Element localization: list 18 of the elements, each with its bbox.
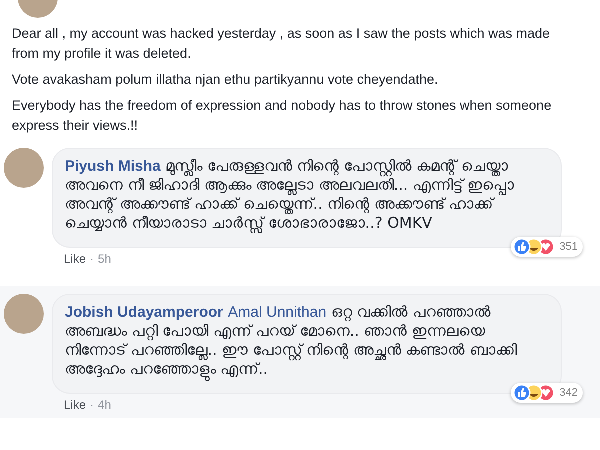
post-text: Everybody has the freedom of expression and nobody has to throw stones when someone express their views.!! <box>12 97 553 135</box>
like-link[interactable]: Like <box>64 252 86 266</box>
comment-text: Piyush Misha മുസ്ലീം പേരുള്ളവൻ നിന്റെ പോസ്റ്റിൽ കമന്റ് ചെയ്താ അവനെ നീ ജിഹാദി ആക്കും അല്ലേടാ അലവലതി... എന്നിട്ട് ഇപ്പൊ അവന്റ് അക്കൗണ്ട് ഹാക്ക് ചെയ്തെന്ന്.. നിന്റെ അക്കൗണ്ട് ഹാക്ക് ചെയ്യാൻ നീയാരാടാ ചാർസ്സ് ശോഭാരാജോ..? OMKV <box>65 157 516 233</box>
author-link[interactable]: Piyush Misha <box>65 158 161 175</box>
reactions-pill[interactable]: 342 <box>510 383 583 403</box>
separator-dot: · <box>90 252 94 266</box>
comment-time: 5h <box>98 252 112 266</box>
separator-dot: · <box>90 398 94 412</box>
mention-link[interactable]: Amal Unnithan <box>228 304 327 321</box>
comment-text: Jobish Udayamperoor Amal Unnithan ഒറ്റ വക്കിൽ പറഞ്ഞാൽ അബദ്ധം പറ്റി പോയി എന്ന് പറയ് മോനെ.. ഞാൻ ഇന്നലയെ നിന്നോട് പറഞ്ഞില്ലേ.. ഈ പോസ്റ്റ് നിന്റെ അച്ഛൻ കണ്ടാൽ ബാക്കി അദ്ദേഹം പറഞ്ഞോളും എന്ന്.. <box>65 303 549 379</box>
reactions-pill[interactable]: 351 <box>510 237 583 257</box>
comment-time: 4h <box>98 398 112 412</box>
post-text: Vote avakasham polum illatha njan ethu partikyannu vote cheyendathe. <box>12 71 440 89</box>
post-text: Dear all , my account was hacked yesterday , as soon as I saw the posts which was made from my profile it was deleted. <box>12 25 552 63</box>
author-link[interactable]: Jobish Udayamperoor <box>65 304 224 321</box>
like-link[interactable]: Like <box>64 398 86 412</box>
avatar-photo <box>4 294 44 334</box>
avatar-photo <box>4 148 44 188</box>
